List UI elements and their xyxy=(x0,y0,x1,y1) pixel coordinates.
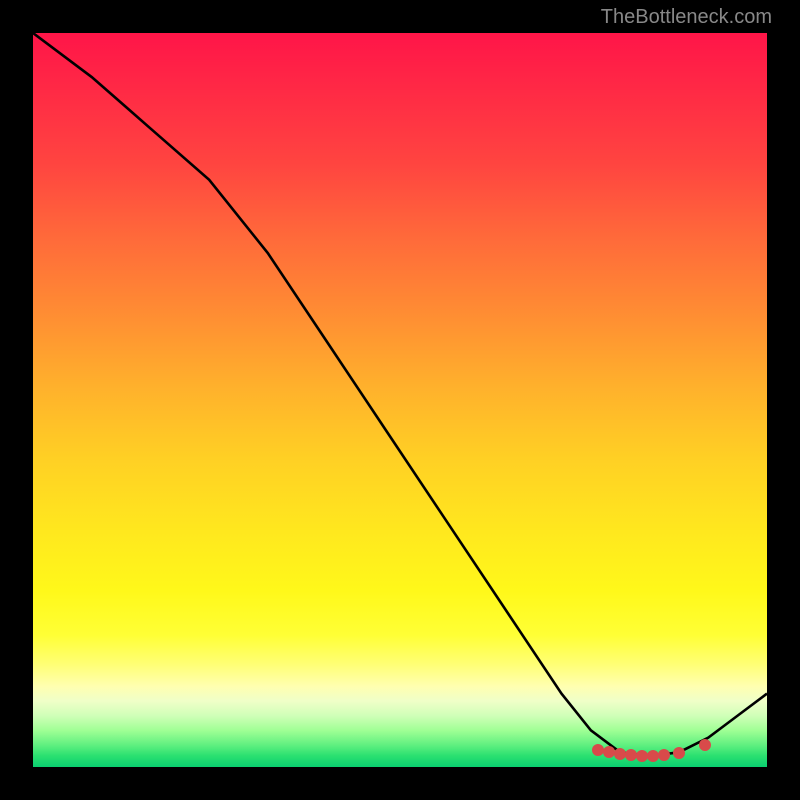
optimal-marker xyxy=(658,749,670,761)
markers-layer xyxy=(33,33,767,767)
plot-area xyxy=(33,33,767,767)
attribution-text: TheBottleneck.com xyxy=(601,6,772,29)
optimal-marker xyxy=(699,739,711,751)
optimal-marker xyxy=(673,747,685,759)
